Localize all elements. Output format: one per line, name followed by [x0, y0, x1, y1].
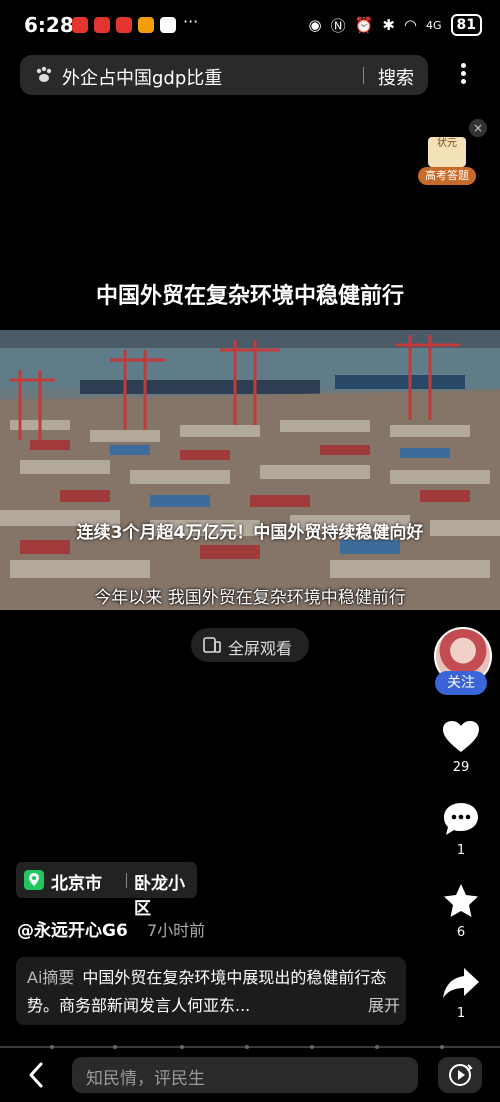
status-bar: 6:28 ··· ◉ Ⓝ ⏰ ✱ ◠ 4G 81 — [0, 0, 500, 52]
battery-icon: 81 — [450, 14, 482, 36]
replay-button[interactable] — [438, 1057, 482, 1093]
like-count: 29 — [452, 760, 470, 775]
summary-text: Ai摘要 中国外贸在复杂环境中展现出的稳健前行态势。商务部新闻发言人何亚东... — [27, 964, 392, 1020]
search-bar[interactable]: 外企占中国gdp比重 搜索 — [20, 55, 428, 95]
progress-marker — [440, 1045, 444, 1049]
port-scene — [0, 330, 500, 610]
author-name[interactable]: @永远开心G6 — [17, 916, 128, 941]
ai-summary[interactable]: Ai摘要 中国外贸在复杂环境中展现出的稳健前行态势。商务部新闻发言人何亚东... … — [16, 957, 406, 1025]
more-options-button[interactable] — [455, 60, 471, 90]
follow-button[interactable]: 关注 — [435, 671, 487, 695]
comment-count: 1 — [456, 843, 466, 858]
video-header-title: 中国外贸在复杂环境中稳健前行 — [95, 284, 404, 309]
location-divider — [126, 873, 127, 888]
favorite-count: 6 — [456, 925, 466, 940]
weibo-icon — [138, 17, 154, 33]
like-button[interactable]: 29 — [436, 720, 486, 775]
signal-icon: 4G — [425, 18, 442, 32]
nfc-icon: Ⓝ — [330, 16, 346, 35]
progress-marker — [245, 1045, 249, 1049]
video-overlay-title: 连续3个月超4万亿元！中国外贸持续稳健向好 — [76, 523, 424, 543]
share-button[interactable]: 1 — [436, 966, 486, 1021]
search-query[interactable]: 外企占中国gdp比重 — [62, 64, 222, 90]
post-time: 7小时前 — [147, 921, 206, 940]
back-arrow-icon[interactable] — [26, 1061, 46, 1089]
search-divider — [363, 67, 364, 84]
location-pin-icon — [24, 870, 44, 890]
progress-marker — [375, 1045, 379, 1049]
notification-icon — [94, 17, 110, 33]
more-notifications-icon: ··· — [183, 12, 199, 31]
progress-marker — [180, 1045, 184, 1049]
alarm-icon: ⏰ — [354, 16, 374, 34]
location-area: 卧龙小区 — [134, 874, 185, 919]
system-icons: ◉ Ⓝ ⏰ ✱ ◠ 4G 81 — [309, 14, 482, 36]
replay-icon — [449, 1064, 473, 1086]
exam-badge[interactable]: 状元 高考答题 — [418, 137, 476, 187]
paw-icon — [36, 66, 52, 82]
badge-top: 状元 — [428, 137, 466, 167]
comment-input[interactable]: 知民情，评民生 — [72, 1057, 418, 1093]
progress-marker — [113, 1045, 117, 1049]
bluetooth-icon: ✱ — [382, 16, 395, 34]
expand-button[interactable]: 展开 — [362, 992, 401, 1016]
video-progress-bar[interactable] — [0, 1046, 500, 1048]
comment-button[interactable]: 1 — [436, 801, 486, 858]
summary-label: Ai摘要 — [27, 968, 75, 987]
video-subtitle: 今年以来 我国外贸在复杂环境中稳健前行 — [94, 588, 406, 608]
video-player[interactable] — [0, 330, 500, 610]
favorite-button[interactable]: 6 — [436, 883, 486, 940]
app-icon — [160, 17, 176, 33]
summary-content: 中国外贸在复杂环境中展现出的稳健前行态势。商务部新闻发言人何亚东... — [27, 968, 387, 1015]
heart-icon — [443, 721, 479, 752]
wifi-icon: ◠ — [403, 16, 417, 34]
star-icon — [444, 884, 478, 917]
close-badge-button[interactable]: × — [469, 119, 487, 137]
comment-placeholder: 知民情，评民生 — [86, 1069, 205, 1089]
status-time: 6:28 — [24, 13, 74, 37]
eye-icon: ◉ — [308, 16, 322, 34]
location-city: 北京市 — [51, 874, 102, 894]
notification-icon — [72, 17, 88, 33]
progress-marker — [310, 1045, 314, 1049]
notification-icon — [116, 17, 132, 33]
share-count: 1 — [456, 1006, 466, 1021]
progress-marker — [50, 1045, 54, 1049]
location-tag[interactable]: 北京市 卧龙小区 — [16, 862, 197, 919]
comment-icon — [444, 803, 478, 835]
badge-bottom: 高考答题 — [418, 167, 476, 185]
fullscreen-label: 全屏观看 — [228, 639, 293, 658]
fullscreen-icon — [203, 637, 221, 653]
share-icon — [443, 968, 479, 998]
search-button[interactable]: 搜索 — [378, 64, 414, 90]
fullscreen-button[interactable]: 全屏观看 — [191, 628, 309, 662]
